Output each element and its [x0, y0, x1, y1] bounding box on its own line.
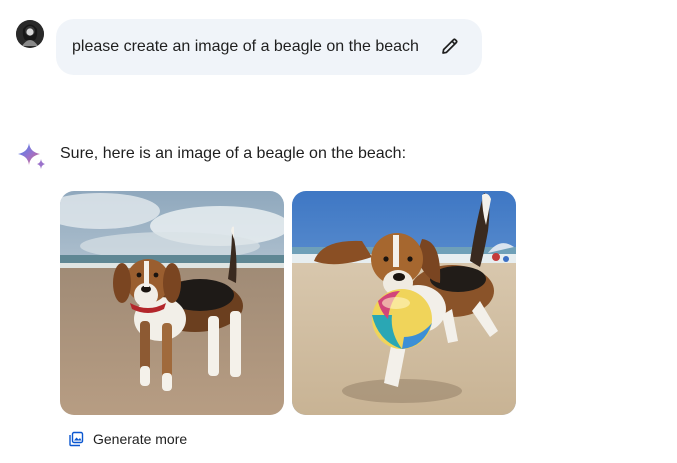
generate-more-label: Generate more: [93, 431, 188, 447]
sparkle-icon: [17, 142, 47, 172]
image-stack-icon: [68, 431, 84, 447]
generated-image-2[interactable]: [292, 191, 516, 415]
chat-conversation: please create an image of a beagle on th…: [0, 0, 677, 463]
pencil-icon[interactable]: [440, 36, 460, 56]
generate-more-button[interactable]: Generate more: [68, 431, 187, 447]
user-message-text: please create an image of a beagle on th…: [72, 38, 419, 55]
user-avatar[interactable]: [16, 20, 44, 48]
generated-image-1[interactable]: [60, 191, 284, 415]
user-message-bubble: please create an image of a beagle on th…: [56, 19, 482, 75]
assistant-response-text: Sure, here is an image of a beagle on th…: [60, 145, 407, 162]
